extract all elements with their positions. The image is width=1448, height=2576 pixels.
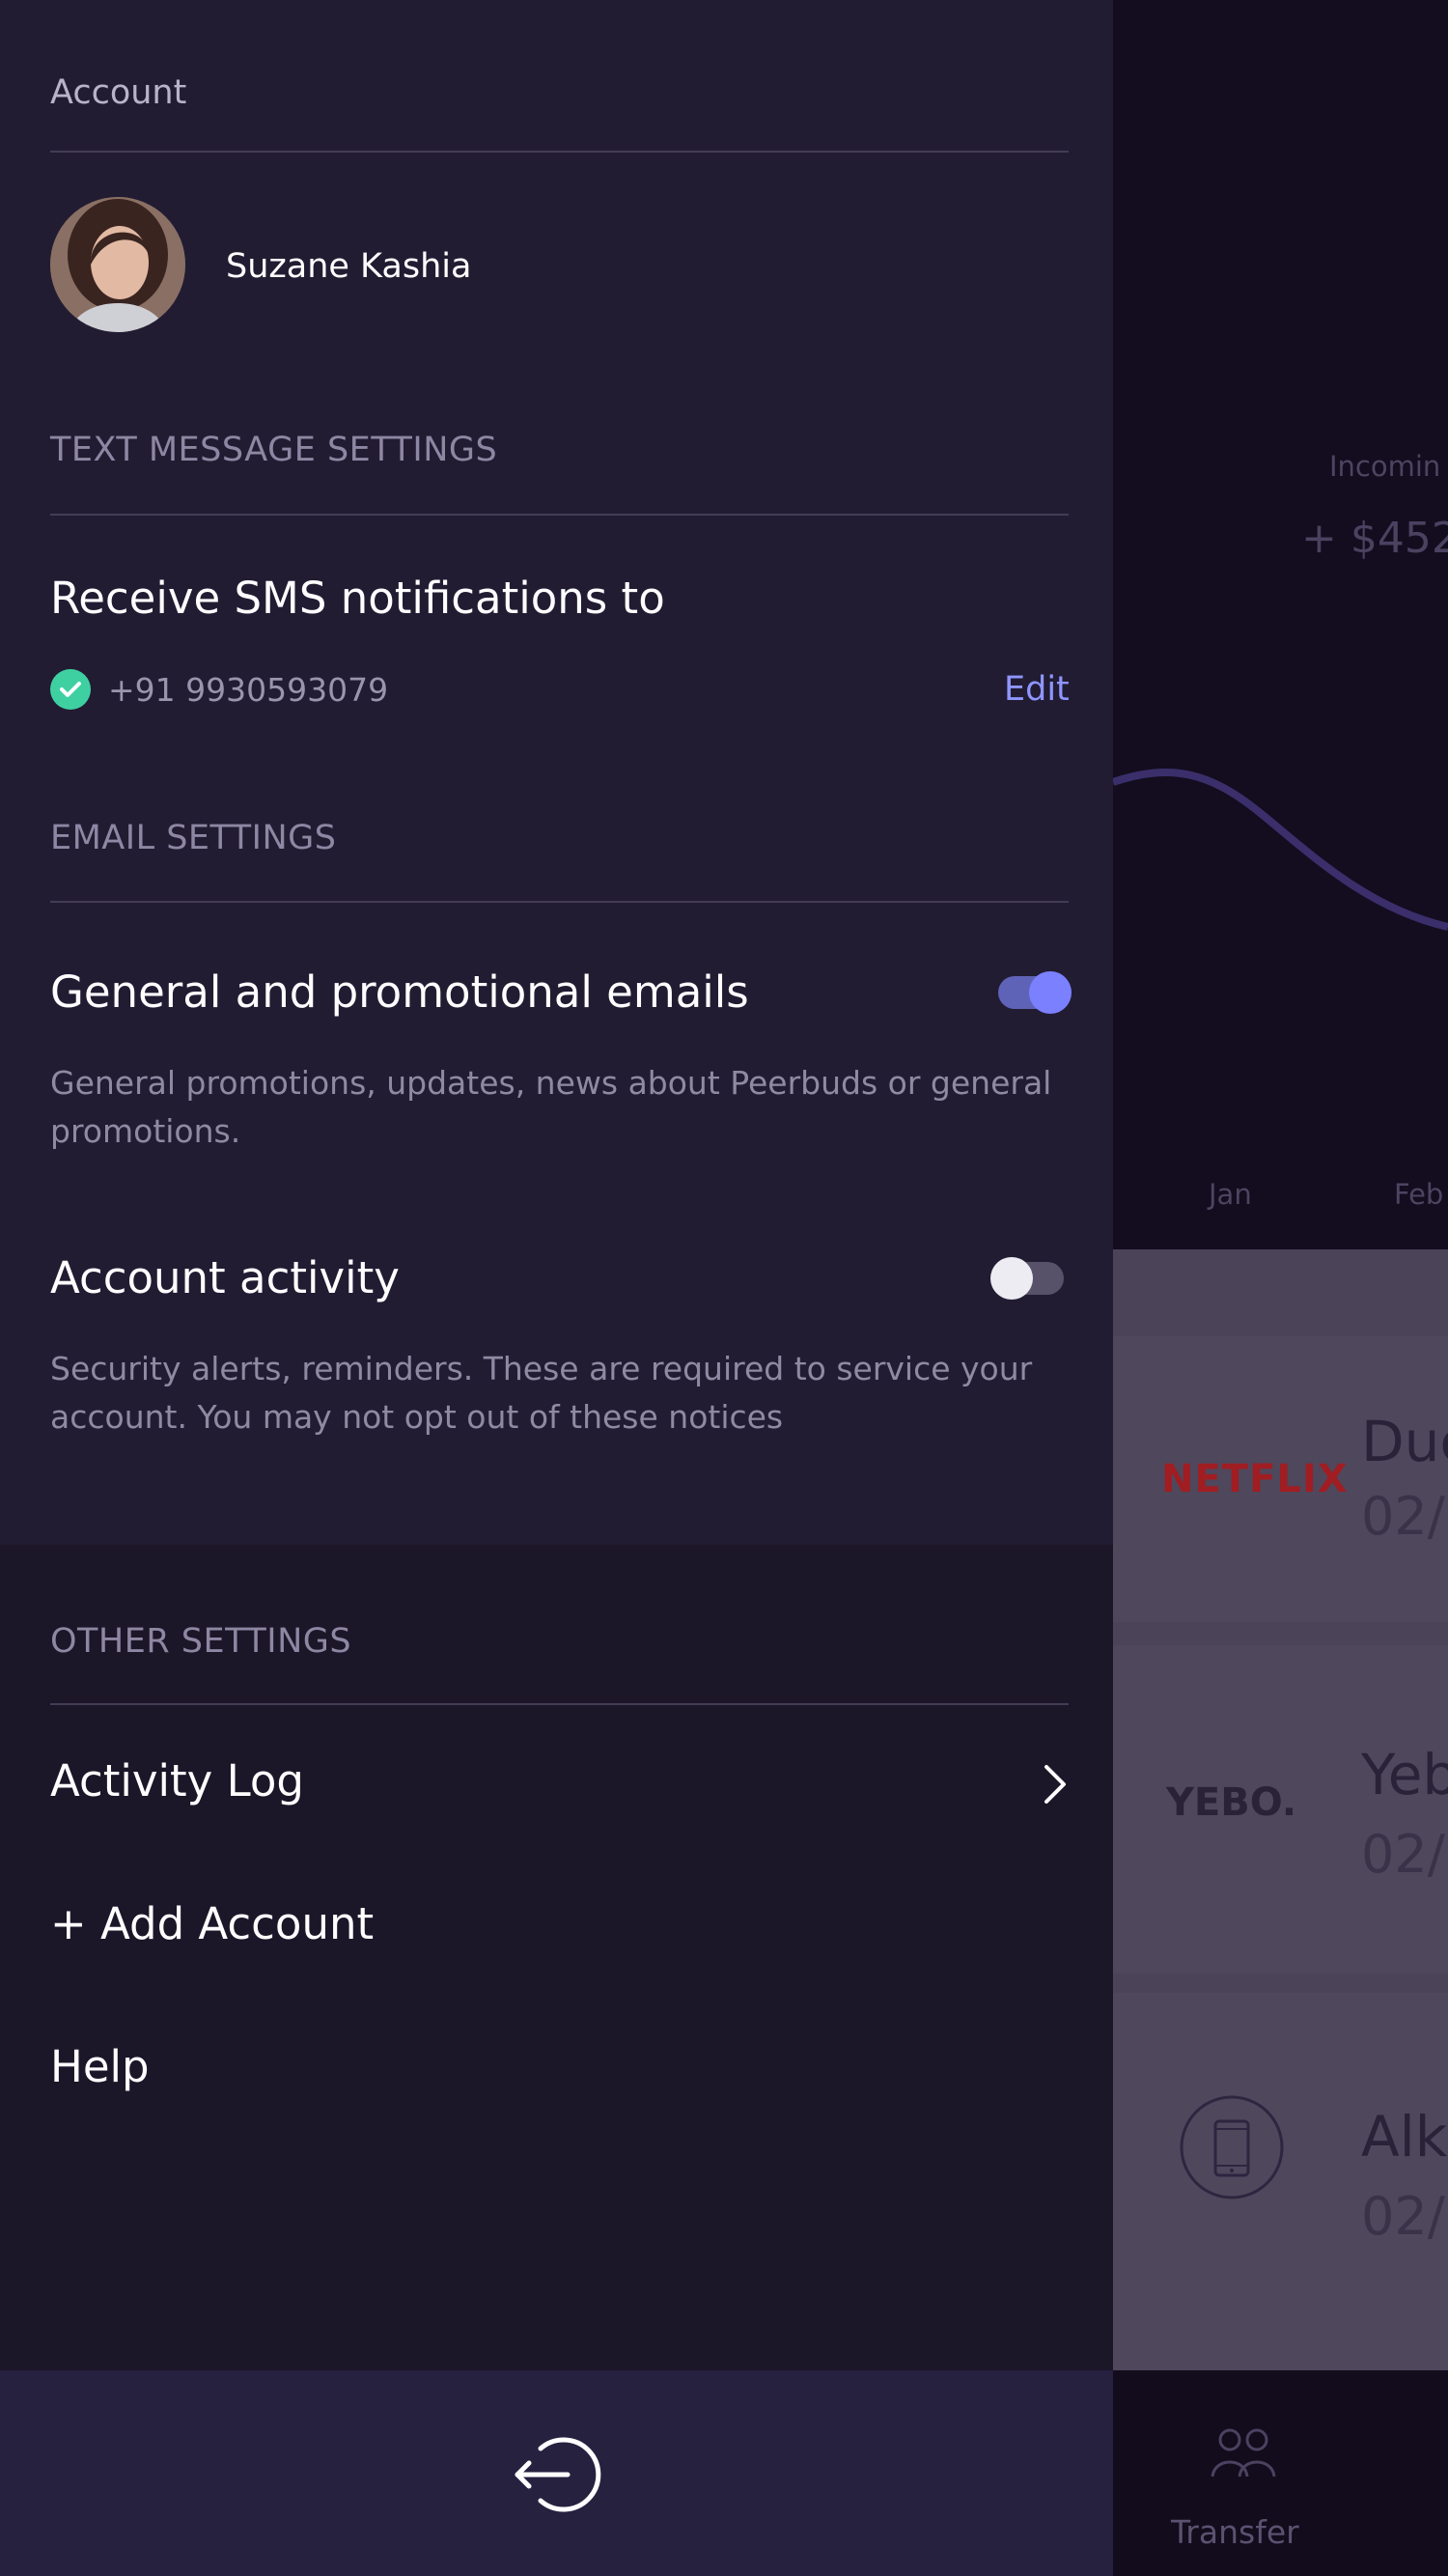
account-header: Account (50, 73, 187, 112)
account-activity-description: Security alerts, reminders. These are re… (50, 1350, 1033, 1436)
add-account-button[interactable]: + Add Account (50, 1898, 374, 1949)
yebo-logo: YEBO. (1165, 1780, 1297, 1825)
tab-transfer-label[interactable]: Transfer (1171, 2513, 1299, 2551)
incoming-label: Incomin (1329, 450, 1441, 483)
verified-check-icon (50, 669, 91, 710)
incoming-amount: + $452 (1301, 514, 1448, 563)
avatar-photo (50, 197, 185, 332)
transfer-icon[interactable] (1205, 2419, 1282, 2486)
background-chart-line (1113, 769, 1448, 931)
sms-notifications-title: Receive SMS notifications to (50, 573, 665, 624)
chevron-right-icon[interactable] (1037, 1759, 1072, 1809)
toggle-knob (1029, 971, 1072, 1014)
other-settings-panel (0, 1545, 1113, 2370)
month-label-feb: Feb (1394, 1178, 1444, 1211)
activity-log-item[interactable]: Activity Log (50, 1755, 304, 1806)
month-label-jan: Jan (1209, 1178, 1252, 1211)
divider (50, 514, 1069, 516)
phone-icon (1180, 2095, 1284, 2199)
sms-phone-number: +91 9930593079 (108, 671, 389, 709)
promotional-emails-title: General and promotional emails (50, 966, 749, 1018)
divider (50, 151, 1069, 153)
other-settings-header: OTHER SETTINGS (50, 1622, 352, 1661)
edit-phone-button[interactable]: Edit (1004, 670, 1070, 709)
transaction-title: Yeb (1361, 1742, 1448, 1807)
transaction-title: Duc (1361, 1409, 1448, 1474)
divider (50, 901, 1069, 903)
settings-drawer: Account Suzane Kashia TEXT MESSAGE SETTI… (0, 0, 1113, 2576)
background-tab-bar: Transfer (1113, 2370, 1448, 2576)
transaction-card[interactable]: NETFLIX Duc 02/ (1113, 1336, 1448, 1622)
transaction-date: 02/ (1361, 1824, 1445, 1885)
avatar[interactable] (50, 197, 185, 332)
transaction-list: NETFLIX Duc 02/ YEBO. Yeb 02/ Alk 02/ (1113, 1249, 1448, 2370)
divider (50, 1703, 1069, 1705)
transaction-date: 02/ (1361, 1486, 1445, 1547)
promotional-emails-description: General promotions, updates, news about … (50, 1064, 1052, 1150)
toggle-knob (990, 1257, 1033, 1300)
logout-icon[interactable] (512, 2429, 602, 2520)
transaction-title: Alk (1361, 2104, 1448, 2170)
promotional-emails-toggle[interactable] (998, 971, 1072, 1014)
email-settings-header: EMAIL SETTINGS (50, 819, 337, 857)
account-activity-title: Account activity (50, 1252, 400, 1303)
transaction-card[interactable]: YEBO. Yeb 02/ (1113, 1645, 1448, 1974)
user-name[interactable]: Suzane Kashia (226, 247, 471, 286)
text-message-settings-header: TEXT MESSAGE SETTINGS (50, 431, 498, 469)
transaction-card[interactable]: Alk 02/ (1113, 1993, 1448, 2370)
account-activity-toggle[interactable] (990, 1257, 1064, 1300)
transaction-date: 02/ (1361, 2186, 1445, 2247)
netflix-logo: NETFLIX (1161, 1457, 1349, 1501)
background-dashboard (1113, 0, 1448, 1249)
help-item[interactable]: Help (50, 2041, 150, 2092)
